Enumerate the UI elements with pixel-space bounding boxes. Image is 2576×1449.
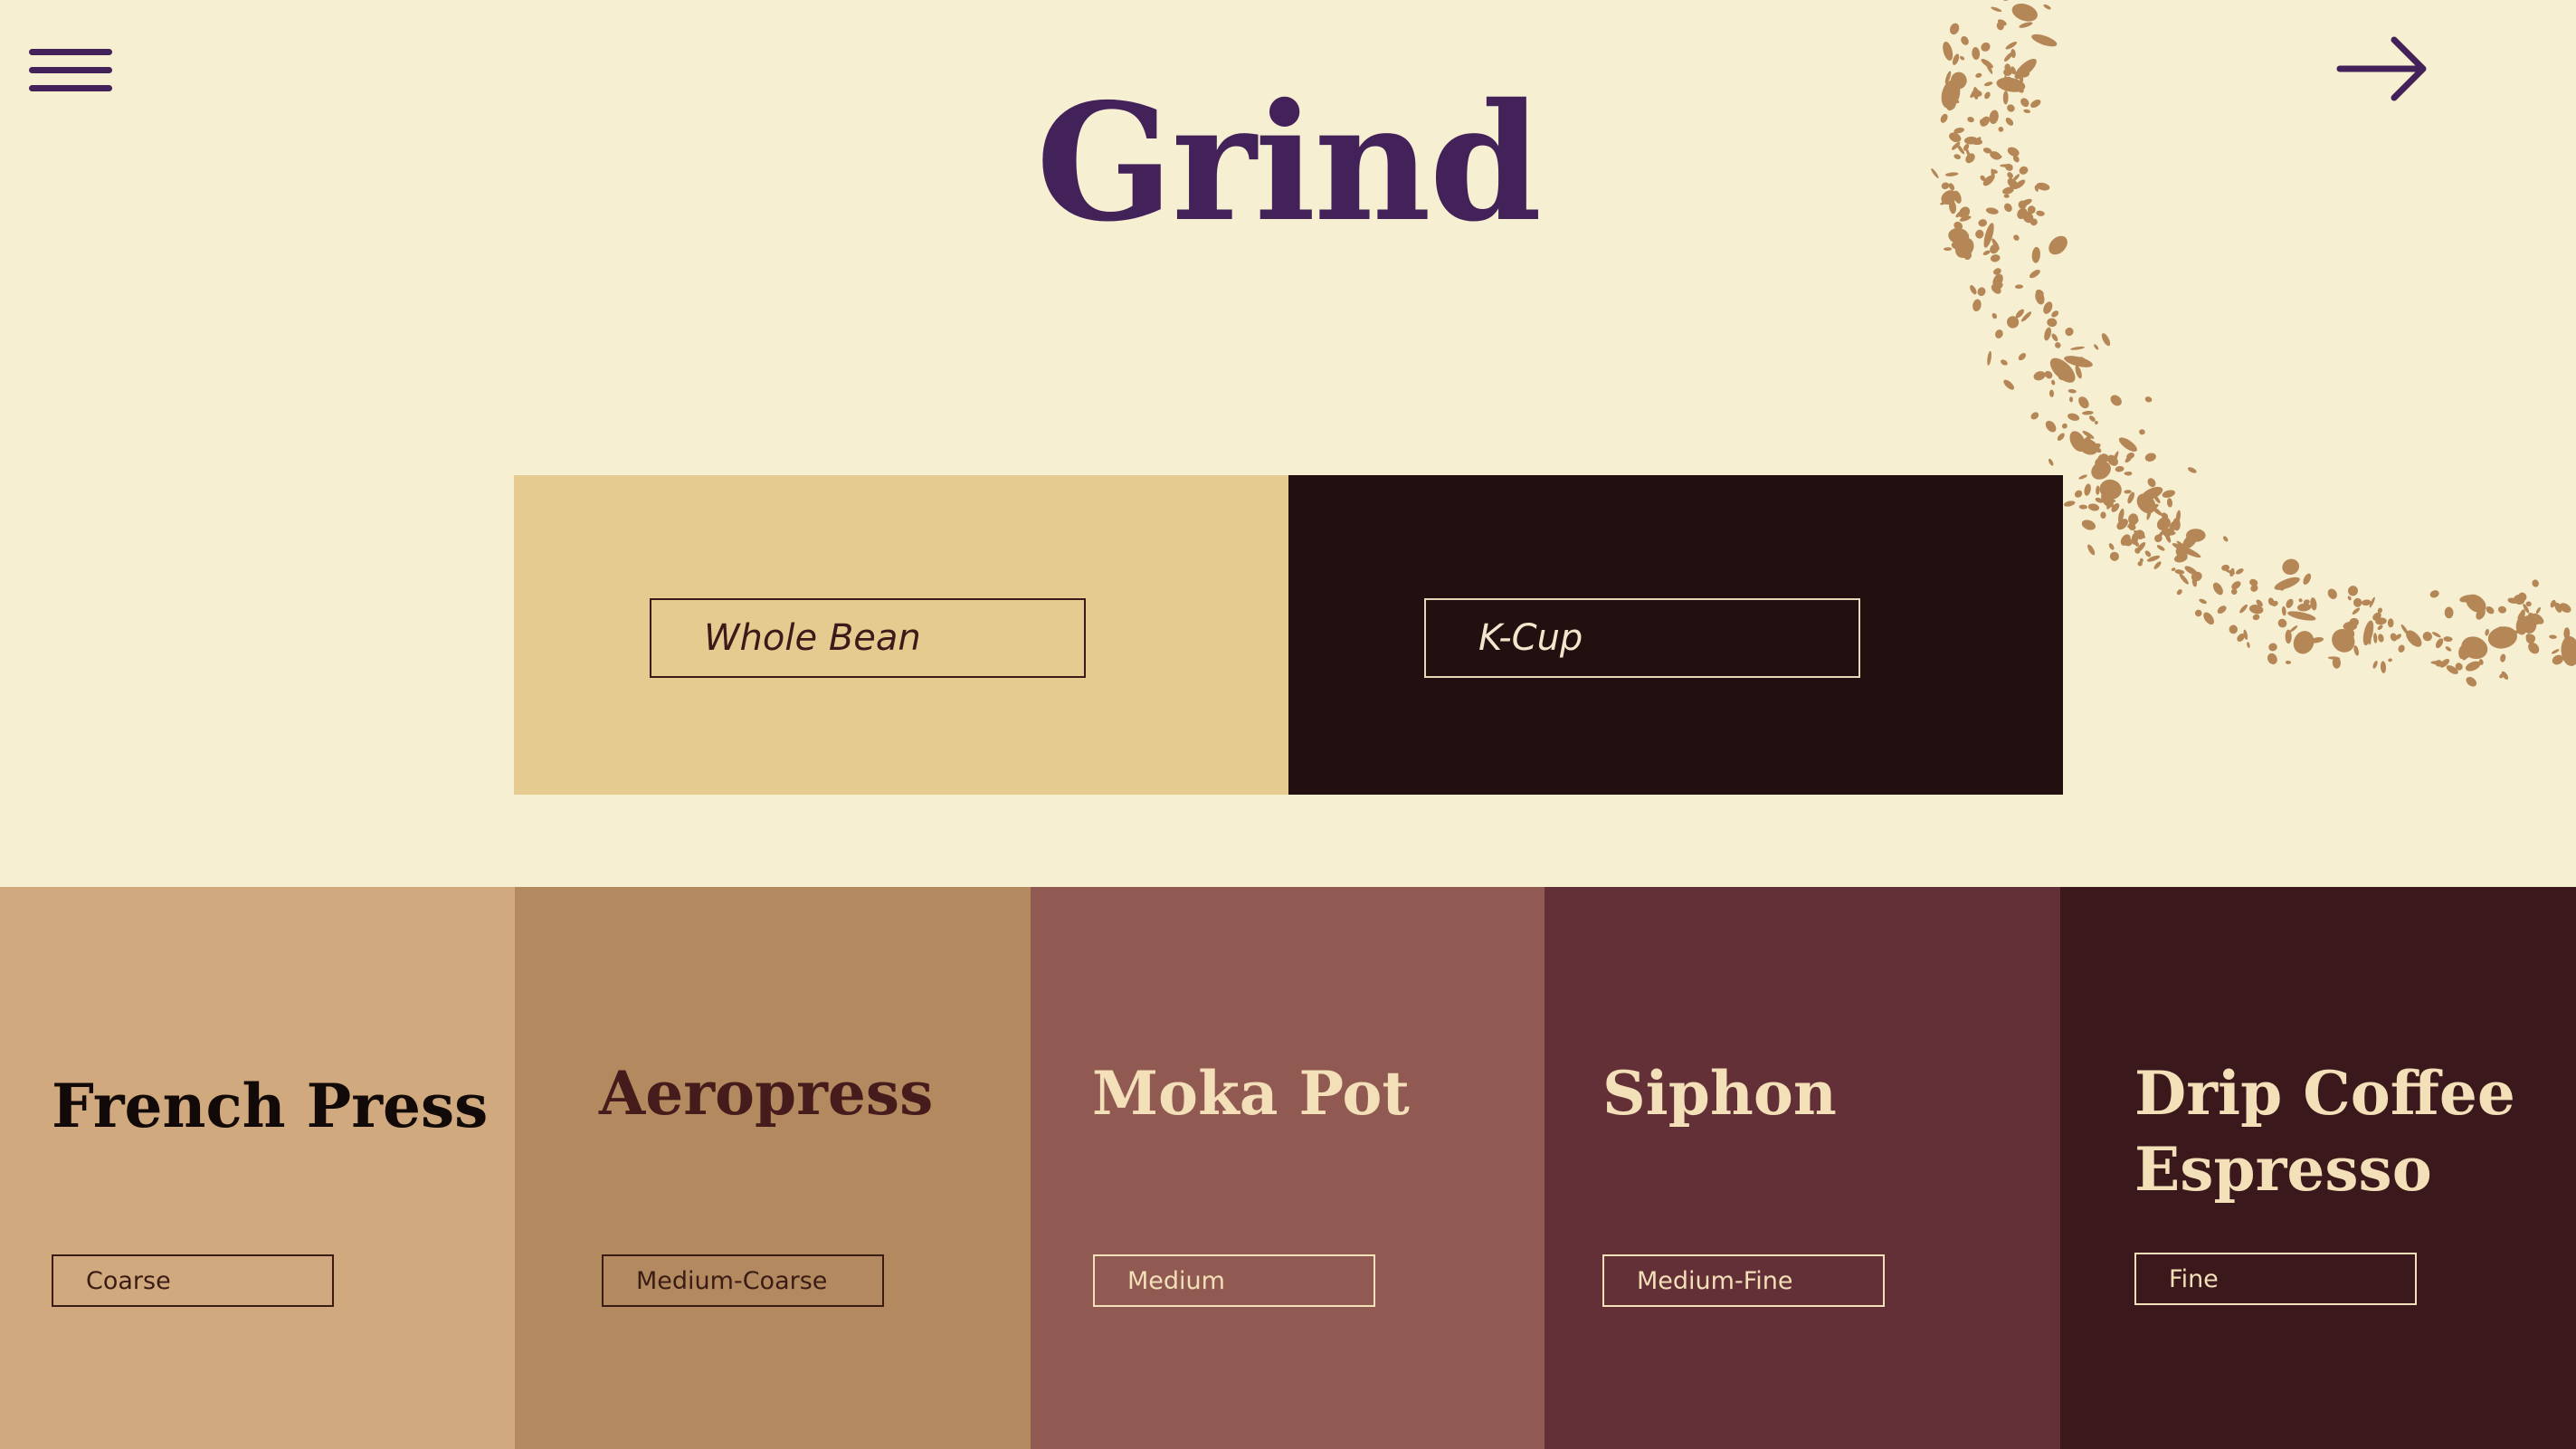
method-card-siphon: Siphon Medium-Fine: [1545, 887, 2060, 1449]
whole-bean-button[interactable]: Whole Bean: [650, 598, 1086, 678]
grind-label: Medium: [1127, 1266, 1225, 1295]
grind-label: Fine: [2169, 1264, 2219, 1293]
method-title-line: Drip Coffee: [2134, 1058, 2515, 1129]
method-card-french-press: French Press Coarse: [0, 887, 515, 1449]
method-card-drip-coffee-espresso: Drip Coffee Espresso Fine: [2060, 887, 2576, 1449]
method-card-moka-pot: Moka Pot Medium: [1031, 887, 1545, 1449]
grind-button-medium-coarse[interactable]: Medium-Coarse: [602, 1254, 884, 1307]
k-cup-button[interactable]: K-Cup: [1424, 598, 1860, 678]
grind-button-medium-fine[interactable]: Medium-Fine: [1602, 1254, 1885, 1307]
grind-label: Coarse: [86, 1266, 171, 1295]
method-title: Moka Pot: [1092, 1058, 1410, 1129]
brew-methods-row: French Press Coarse Aeropress Medium-Coa…: [0, 887, 2576, 1449]
k-cup-panel: K-Cup: [1288, 475, 2063, 795]
whole-bean-label: Whole Bean: [704, 617, 921, 659]
k-cup-label: K-Cup: [1478, 617, 1583, 659]
method-card-aeropress: Aeropress Medium-Coarse: [515, 887, 1031, 1449]
method-title: French Press: [52, 1071, 489, 1141]
whole-bean-panel: Whole Bean: [514, 475, 1288, 795]
method-title-line: Espresso: [2134, 1134, 2432, 1205]
grind-button-coarse[interactable]: Coarse: [52, 1254, 334, 1307]
grind-button-medium[interactable]: Medium: [1093, 1254, 1375, 1307]
method-title: Drip Coffee Espresso: [2134, 1055, 2515, 1207]
method-title: Siphon: [1602, 1058, 1837, 1129]
grind-label: Medium-Fine: [1637, 1266, 1793, 1295]
grind-label: Medium-Coarse: [636, 1266, 828, 1295]
grind-button-fine[interactable]: Fine: [2134, 1253, 2417, 1305]
method-title: Aeropress: [599, 1058, 934, 1129]
